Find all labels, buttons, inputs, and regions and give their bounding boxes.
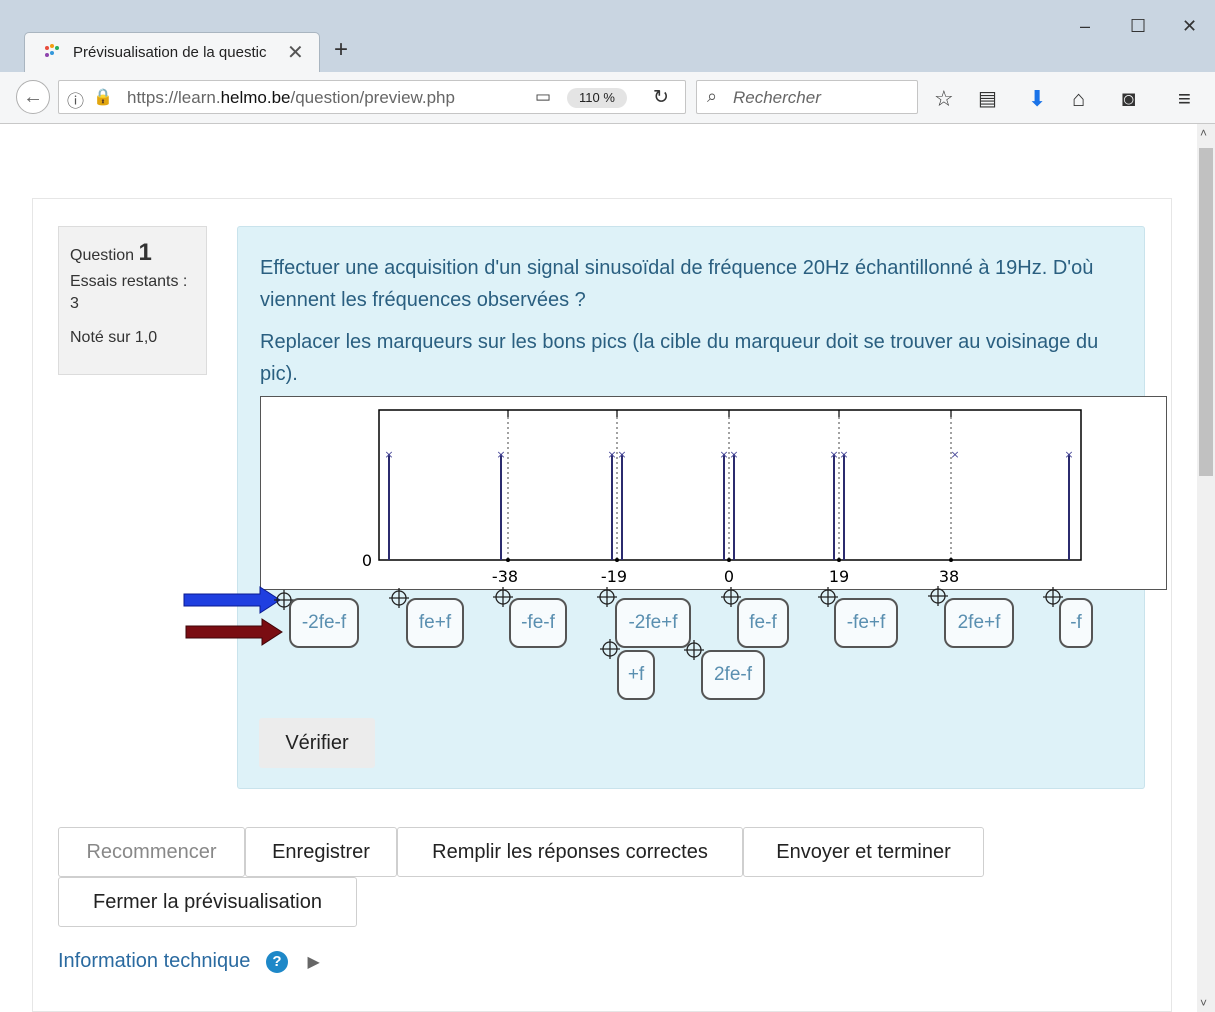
y-tick-label: 0 [362, 551, 372, 570]
search-box[interactable]: ⌕ Rechercher [696, 80, 918, 114]
tab-close-icon[interactable]: ✕ [287, 40, 304, 65]
drag-marker[interactable]: -fe-f [509, 598, 567, 648]
moodle-favicon-icon [45, 44, 59, 57]
technical-info-link[interactable]: Information technique ? ▶ [58, 950, 320, 973]
scroll-down-icon[interactable]: ˅ [1200, 996, 1207, 1010]
svg-text:×: × [1064, 448, 1073, 461]
fill-correct-button[interactable]: Remplir les réponses correctes [397, 827, 743, 877]
x-tick-label: 0 [724, 567, 734, 586]
x-tick-label: -38 [492, 567, 518, 586]
reader-view-icon[interactable]: ▭ [535, 87, 551, 107]
scroll-up-icon[interactable]: ˄ [1200, 126, 1207, 140]
tab-title: Prévisualisation de la questic [73, 44, 267, 61]
svg-text:×: × [607, 448, 616, 461]
svg-text:×: × [829, 448, 838, 461]
attempts-value: 3 [70, 295, 79, 312]
search-icon: ⌕ [707, 86, 718, 106]
plot-frame [378, 409, 1082, 561]
svg-text:×: × [950, 448, 959, 461]
drag-marker[interactable]: -f [1059, 598, 1093, 648]
svg-text:×: × [729, 448, 738, 461]
scrollbar-thumb[interactable] [1199, 148, 1213, 476]
url-bar[interactable]: ⓘ 🔒 https://learn.helmo.be/question/prev… [58, 80, 686, 114]
question-text: Effectuer une acquisition d'un signal si… [260, 252, 1110, 390]
x-tick-label: -19 [601, 567, 627, 586]
url-text[interactable]: https://learn.helmo.be/question/preview.… [127, 88, 455, 108]
expand-triangle-icon[interactable]: ▶ [307, 954, 319, 971]
window-close-icon[interactable]: ✕ [1182, 16, 1197, 37]
zoom-indicator[interactable]: 110 % [567, 88, 627, 108]
drag-marker[interactable]: 2fe-f [701, 650, 765, 700]
reload-icon[interactable]: ↻ [653, 86, 669, 109]
drag-marker[interactable]: -2fe-f [289, 598, 359, 648]
search-placeholder: Rechercher [733, 88, 821, 107]
back-arrow-icon[interactable]: ← [16, 80, 50, 114]
blue-arrow-icon [183, 586, 281, 614]
download-icon[interactable]: ⬇ [1028, 86, 1046, 112]
bookmark-star-icon[interactable]: ☆ [934, 86, 954, 112]
drag-marker[interactable]: -fe+f [834, 598, 898, 648]
drag-marker[interactable]: 2fe+f [944, 598, 1014, 648]
svg-text:×: × [839, 448, 848, 461]
save-button[interactable]: Enregistrer [245, 827, 397, 877]
submit-finish-button[interactable]: Envoyer et terminer [743, 827, 984, 877]
minimize-icon[interactable]: – [1080, 16, 1090, 37]
question-statement: Effectuer une acquisition d'un signal si… [260, 257, 1094, 311]
help-icon[interactable]: ? [265, 950, 288, 973]
browser-tab[interactable]: Prévisualisation de la questic ✕ [24, 32, 320, 72]
drag-marker[interactable]: -2fe+f [615, 598, 691, 648]
restart-button[interactable]: Recommencer [58, 827, 245, 877]
svg-text:×: × [617, 448, 626, 461]
info-icon[interactable]: ⓘ [67, 87, 84, 112]
drag-marker[interactable]: fe+f [406, 598, 464, 648]
spectrum-svg: × × × × × × × × × × 0 -38 -19 0 19 38 [362, 409, 1082, 586]
spectrum-plot: × × × × × × × × × × 0 -38 -19 0 19 38 [260, 396, 1167, 590]
svg-text:×: × [719, 448, 728, 461]
menu-icon[interactable]: ≡ [1178, 86, 1191, 112]
pocket-icon[interactable]: ◙ [1122, 86, 1135, 112]
drag-marker[interactable]: fe-f [737, 598, 789, 648]
question-info: Question 1 Essais restants : 3 Noté sur … [58, 226, 207, 375]
check-button[interactable]: Vérifier [259, 718, 375, 768]
drag-marker[interactable]: +f [617, 650, 655, 700]
question-instructions: Replacer les marqueurs sur les bons pics… [260, 331, 1099, 385]
red-arrow-icon [185, 618, 283, 646]
x-tick-label: 38 [939, 567, 959, 586]
x-tick-label: 19 [829, 567, 849, 586]
attempts-label: Essais restants : [70, 273, 188, 290]
close-preview-button[interactable]: Fermer la prévisualisation [58, 877, 357, 927]
question-marks: Noté sur 1,0 [70, 329, 158, 346]
arrows [183, 586, 283, 646]
new-tab-icon[interactable]: + [334, 36, 348, 64]
svg-text:×: × [496, 448, 505, 461]
library-icon[interactable]: ▤ [978, 86, 997, 111]
svg-text:×: × [384, 448, 393, 461]
lock-icon: 🔒 [93, 89, 113, 106]
question-number: Question 1 [70, 239, 152, 266]
technical-info-label: Information technique [58, 950, 251, 972]
maximize-icon[interactable]: ☐ [1130, 16, 1146, 37]
home-icon[interactable]: ⌂ [1072, 86, 1085, 112]
